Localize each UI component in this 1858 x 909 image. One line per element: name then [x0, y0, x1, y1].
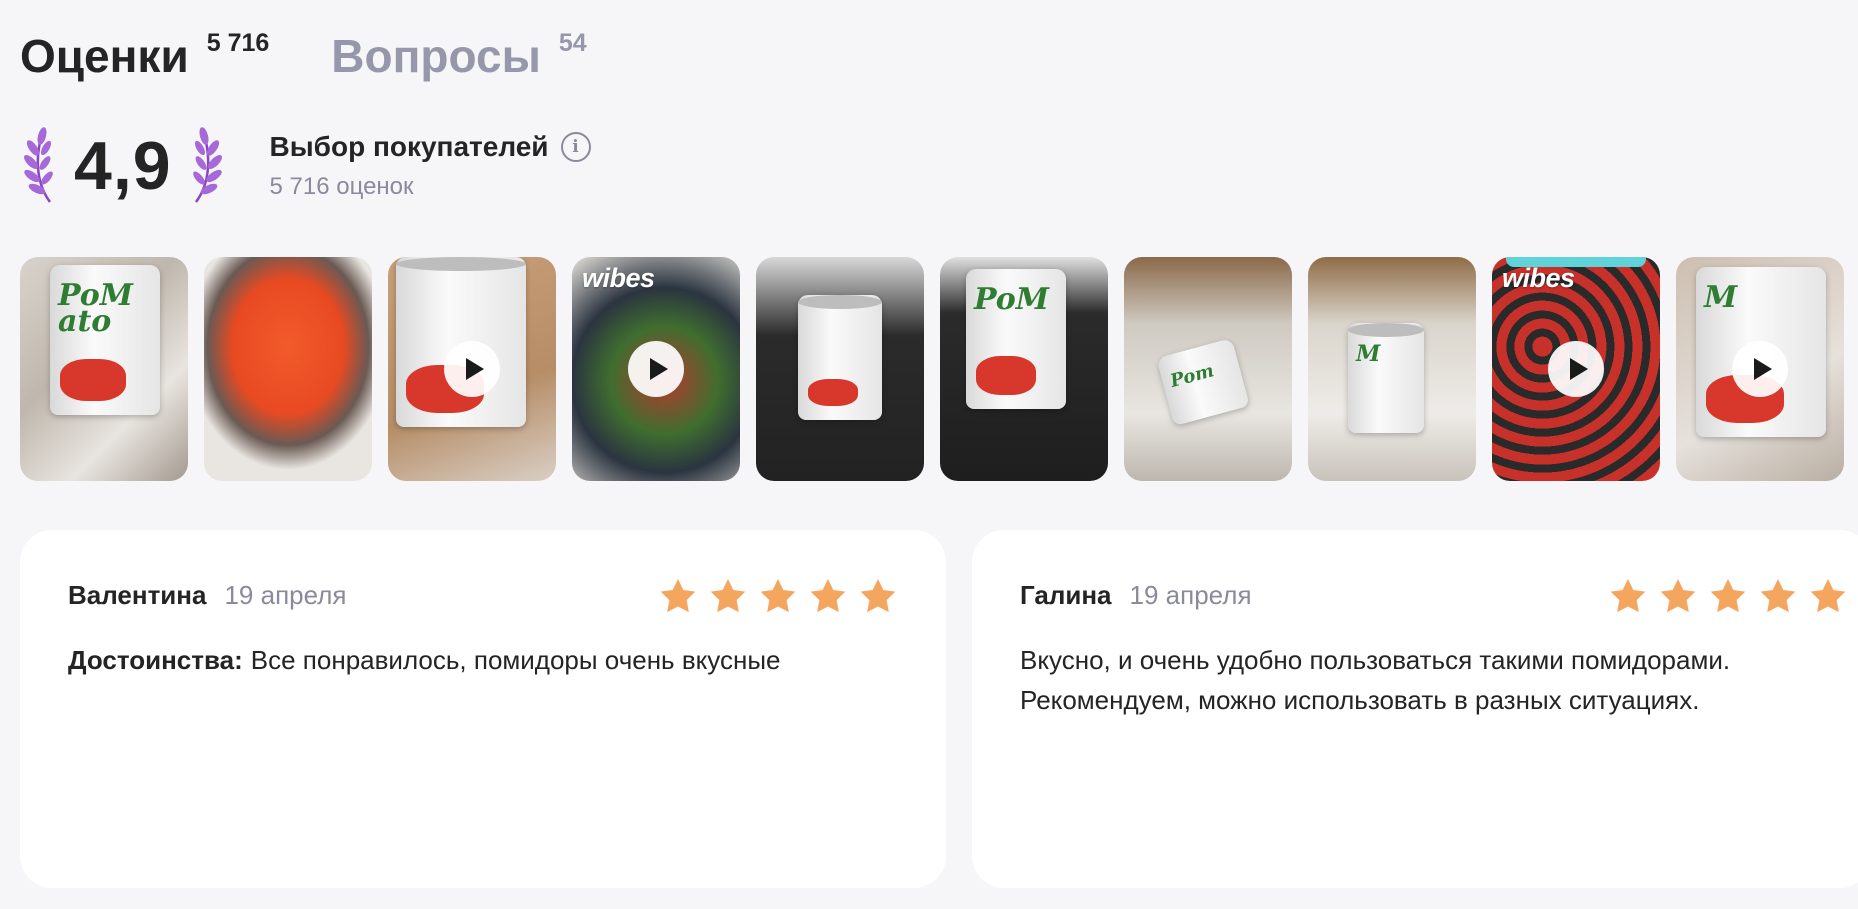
buyers-choice-label: Выбор покупателей: [269, 131, 549, 162]
star-icon: [710, 579, 746, 613]
star-icon: [1710, 579, 1746, 613]
star-icon: [810, 579, 846, 613]
media-thumb-3[interactable]: [388, 257, 556, 481]
play-icon: [444, 341, 500, 397]
star-icon: [660, 579, 696, 613]
review-card: Валентина 19 апреля Достоинства: Все понр…: [20, 530, 946, 888]
laurel-right-icon: [192, 127, 222, 203]
review-date: 19 апреля: [224, 580, 347, 610]
media-thumb-9[interactable]: wibes: [1492, 257, 1660, 481]
media-thumb-8[interactable]: M: [1308, 257, 1476, 481]
media-thumb-5[interactable]: [756, 257, 924, 481]
star-icon: [760, 579, 796, 613]
review-pros-label: Достоинства:: [68, 645, 243, 675]
review-card: Галина 19 апреля Вкусно, и очень удобно …: [972, 530, 1858, 888]
media-thumb-7[interactable]: Pom: [1124, 257, 1292, 481]
average-score: 4,9: [74, 128, 172, 204]
star-icon: [1660, 579, 1696, 613]
star-icon: [1610, 579, 1646, 613]
review-pros-text: Все понравилось, помидоры очень вкусные: [250, 645, 781, 675]
ratings-count: 5 716 оценок: [269, 173, 414, 200]
rating-summary: 4,9 Выбор покупателей i 5 716 оценок: [20, 126, 591, 206]
rating-text: Выбор покупателей i 5 716 оценок: [270, 131, 591, 201]
media-thumb-2[interactable]: [204, 257, 372, 481]
tab-questions[interactable]: Вопросы 54: [331, 24, 586, 88]
wibes-label: wibes: [582, 263, 655, 293]
review-text: Вкусно, и очень удобно пользоваться таки…: [1020, 645, 1731, 715]
media-thumb-1[interactable]: PoM ato: [20, 257, 188, 481]
tab-questions-count: 54: [558, 29, 587, 57]
info-icon[interactable]: i: [560, 132, 591, 162]
play-icon: [628, 341, 684, 397]
review-stars: [658, 576, 908, 616]
review-text: Достоинства: Все понравилось, помидоры оч…: [68, 640, 888, 680]
tab-questions-label: Вопросы: [331, 30, 541, 82]
wibes-label: wibes: [1502, 263, 1575, 293]
review-date: 19 апреля: [1129, 580, 1252, 610]
media-thumb-4[interactable]: wibes: [572, 257, 740, 481]
play-icon: [1548, 341, 1604, 397]
can-logo: PoM ato: [58, 278, 133, 339]
review-author: Галина: [1020, 580, 1112, 610]
tab-ratings-label: Оценки: [20, 30, 189, 82]
media-thumb-10[interactable]: M: [1676, 257, 1844, 481]
review-media-gallery: PoM ato wibes PoM Pom M wibes M: [20, 257, 1858, 481]
tab-ratings[interactable]: Оценки 5 716: [20, 24, 269, 88]
review-stars: [1608, 576, 1858, 616]
star-icon: [1810, 579, 1846, 613]
buyers-choice: Выбор покупателей i: [270, 131, 591, 163]
star-icon: [860, 579, 896, 613]
play-icon: [1732, 341, 1788, 397]
media-thumb-6[interactable]: PoM: [940, 257, 1108, 481]
reviews-tabs: Оценки 5 716 Вопросы 54: [20, 24, 649, 88]
star-icon: [1760, 579, 1796, 613]
laurel-left-icon: [24, 127, 53, 203]
review-author: Валентина: [68, 580, 207, 610]
review-header: Галина 19 апреля: [1020, 580, 1252, 611]
review-header: Валентина 19 апреля: [68, 580, 346, 611]
tab-ratings-count: 5 716: [206, 29, 270, 57]
